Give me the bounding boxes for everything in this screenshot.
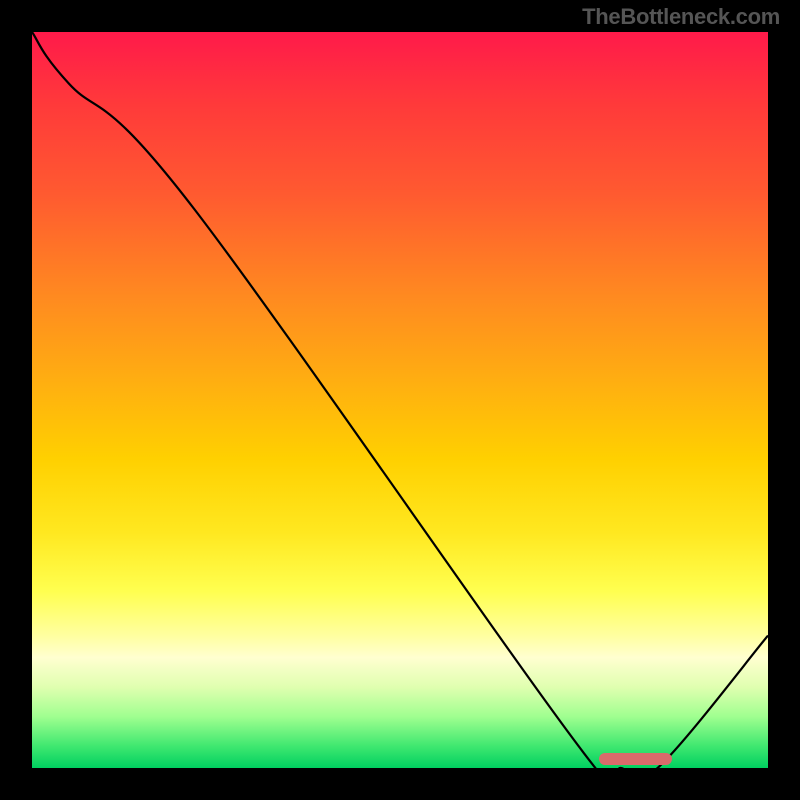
optimal-range-marker	[599, 753, 673, 765]
plot-area	[32, 32, 768, 768]
attribution-text: TheBottleneck.com	[582, 4, 780, 30]
curve-path	[32, 32, 768, 768]
bottleneck-curve	[32, 32, 768, 768]
